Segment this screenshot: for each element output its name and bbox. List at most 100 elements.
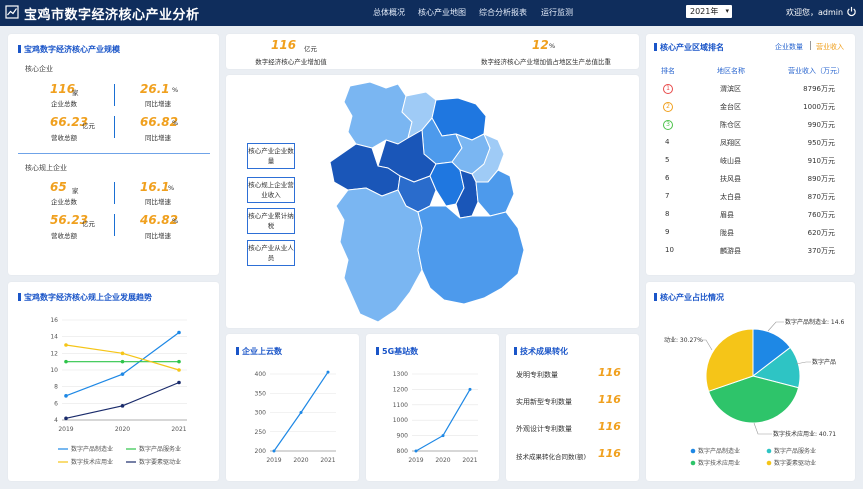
data-point	[299, 411, 303, 414]
nav-overview[interactable]: 总体概况	[373, 7, 405, 18]
tech-panel: 技术成果转化 发明专利数量 116 实用新型专利数量 116 外观设计专利数量 …	[506, 334, 639, 481]
data-point	[64, 359, 68, 364]
nav-reports[interactable]: 综合分析报表	[479, 7, 527, 18]
app-title: 宝鸡市数字经济核心产业分析	[24, 8, 200, 23]
chevron-down-icon: ▾	[725, 7, 729, 15]
rank-number: 7	[665, 192, 670, 200]
core-enterprise-title: 核心企业	[25, 65, 53, 73]
above-count-label: 企业总数	[51, 198, 77, 206]
map-btn-enterprise-count[interactable]: 核心产业企业数量	[247, 143, 295, 169]
trend-line-chart: 4 6 8 10 12 14 16 2019 2020 2021 数字产品制造业 数字产品服务业数字技…	[50, 317, 187, 466]
share-label: 数字经济核心产业增加值占地区生产总值比重	[481, 58, 611, 66]
x-tick-label: 2020	[293, 457, 308, 464]
above-rate2-label: 同比增速	[145, 232, 171, 240]
core-rate2-label: 同比增速	[145, 134, 171, 142]
ranking-title: 核心产业区域排名	[654, 42, 724, 53]
rank-number: 3	[663, 120, 673, 130]
ranking-panel: 核心产业区域排名 企业数量 营业收入 排名 地区名称 营业收入（万元） 1 渭滨区…	[646, 34, 855, 275]
legend-swatch	[766, 448, 772, 454]
pie-label: 数字产品	[812, 358, 836, 366]
trend-panel: 宝鸡数字经济核心规上企业发展趋势 4 6 8 10 12 14 16 2019 2020 2021…	[8, 282, 219, 481]
rank-number: 10	[665, 246, 674, 254]
tech-item-label: 实用新型专利数量	[516, 398, 572, 406]
tab-revenue[interactable]: 营业收入	[816, 42, 844, 52]
data-point	[120, 359, 125, 364]
welcome-text: 欢迎您，admin	[786, 8, 844, 17]
y-tick-label: 250	[255, 429, 267, 436]
y-tick-label: 10	[50, 367, 58, 374]
pie-label: 数字技术应用业: 40.71	[773, 430, 836, 438]
core-rate1-label: 同比增速	[145, 100, 171, 108]
x-tick-label: 2019	[408, 457, 423, 464]
y-tick-label: 16	[50, 317, 58, 324]
nav-industry-map[interactable]: 核心产业地图	[418, 7, 466, 18]
col-header-revenue: 营业收入（万元）	[788, 67, 844, 75]
above-rate1-label: 同比增速	[145, 198, 171, 206]
map-btn-employees[interactable]: 核心产业从业人员	[247, 240, 295, 266]
y-tick-label: 300	[255, 410, 267, 417]
y-tick-label: 800	[397, 448, 409, 455]
label-leader-line	[702, 339, 713, 351]
bar-chart-logo-icon	[5, 5, 19, 19]
col-header-region: 地区名称	[717, 67, 745, 75]
added-value-number: 116	[271, 38, 297, 52]
legend-label: 数字要素驱动业	[774, 459, 816, 467]
data-point	[64, 416, 68, 421]
map-btn-revenue[interactable]: 核心规上企业营业收入	[247, 177, 295, 203]
above-revenue-unit: 亿元	[82, 220, 95, 228]
share-unit: %	[549, 42, 556, 50]
tab-enterprise-count[interactable]: 企业数量	[775, 42, 803, 52]
y-tick-label: 12	[50, 350, 58, 357]
nav-monitoring[interactable]: 运行监测	[541, 7, 573, 18]
tech-item-value: 116	[598, 393, 621, 406]
data-point	[441, 434, 445, 438]
power-icon[interactable]	[846, 6, 857, 17]
share-number: 12	[532, 38, 549, 52]
rank-region-name: 眉县	[720, 211, 734, 219]
data-point	[64, 343, 68, 347]
core-count-label: 企业总数	[51, 100, 77, 108]
y-tick-label: 1300	[393, 371, 408, 378]
scale-title: 宝鸡数字经济核心产业规模	[18, 44, 120, 55]
year-select[interactable]: 2021年 ▾	[686, 5, 732, 18]
x-tick-label: 2021	[462, 457, 477, 464]
added-value-label: 数字经济核心产业增加值	[255, 58, 327, 66]
y-tick-label: 1200	[393, 386, 408, 393]
y-tick-label: 1100	[393, 402, 408, 409]
core-revenue-label: 营收总额	[51, 134, 77, 142]
share-panel: 核心产业占比情况 数字产品制造业: 14.6 数字产品 数字技术应用业: 40.71…	[646, 282, 855, 481]
map-region-taibai[interactable]	[417, 205, 525, 305]
tech-item-label: 外观设计专利数量	[516, 425, 572, 433]
map-btn-tax[interactable]: 核心产业累计纳税	[247, 208, 295, 234]
above-rate1-unit: %	[168, 184, 175, 192]
rank-medal-icon: 3	[663, 120, 673, 130]
rank-number: 8	[665, 210, 670, 218]
y-tick-label: 14	[50, 334, 58, 341]
x-tick-label: 2019	[266, 457, 281, 464]
above-rate1-value: 16.1	[140, 180, 170, 194]
map-region-longxian[interactable]	[343, 81, 413, 149]
x-tick-label: 2021	[320, 457, 335, 464]
y-tick-label: 1000	[393, 417, 408, 424]
legend-label: 数字产品服务业	[139, 445, 181, 453]
rank-medal-icon: 1	[663, 84, 673, 94]
series-line	[65, 332, 180, 397]
legend-label: 数字产品服务业	[774, 447, 816, 455]
y-tick-label: 4	[54, 417, 58, 424]
tech-item-label: 发明专利数量	[516, 371, 558, 379]
core-rate2-unit: %	[172, 119, 179, 127]
rank-region-name: 麟游县	[720, 247, 741, 255]
data-point	[177, 359, 181, 364]
pie-label: 动业: 30.27%	[664, 336, 703, 344]
x-tick-label: 2019	[58, 426, 73, 433]
x-tick-label: 2020	[115, 426, 130, 433]
legend-label: 数字技术应用业	[698, 459, 740, 467]
share-pie-chart: 数字产品制造业: 14.6 数字产品数字技术应用业: 40.71 动业: 30.27…	[664, 318, 844, 467]
tech-item-value: 116	[598, 420, 621, 433]
rank-value: 870万元	[807, 193, 835, 201]
tab-divider	[810, 41, 811, 50]
map-region-fengxian[interactable]	[335, 187, 423, 323]
series-line	[65, 381, 180, 419]
tech-title: 技术成果转化	[514, 346, 568, 357]
above-count-unit: 家	[72, 187, 79, 195]
